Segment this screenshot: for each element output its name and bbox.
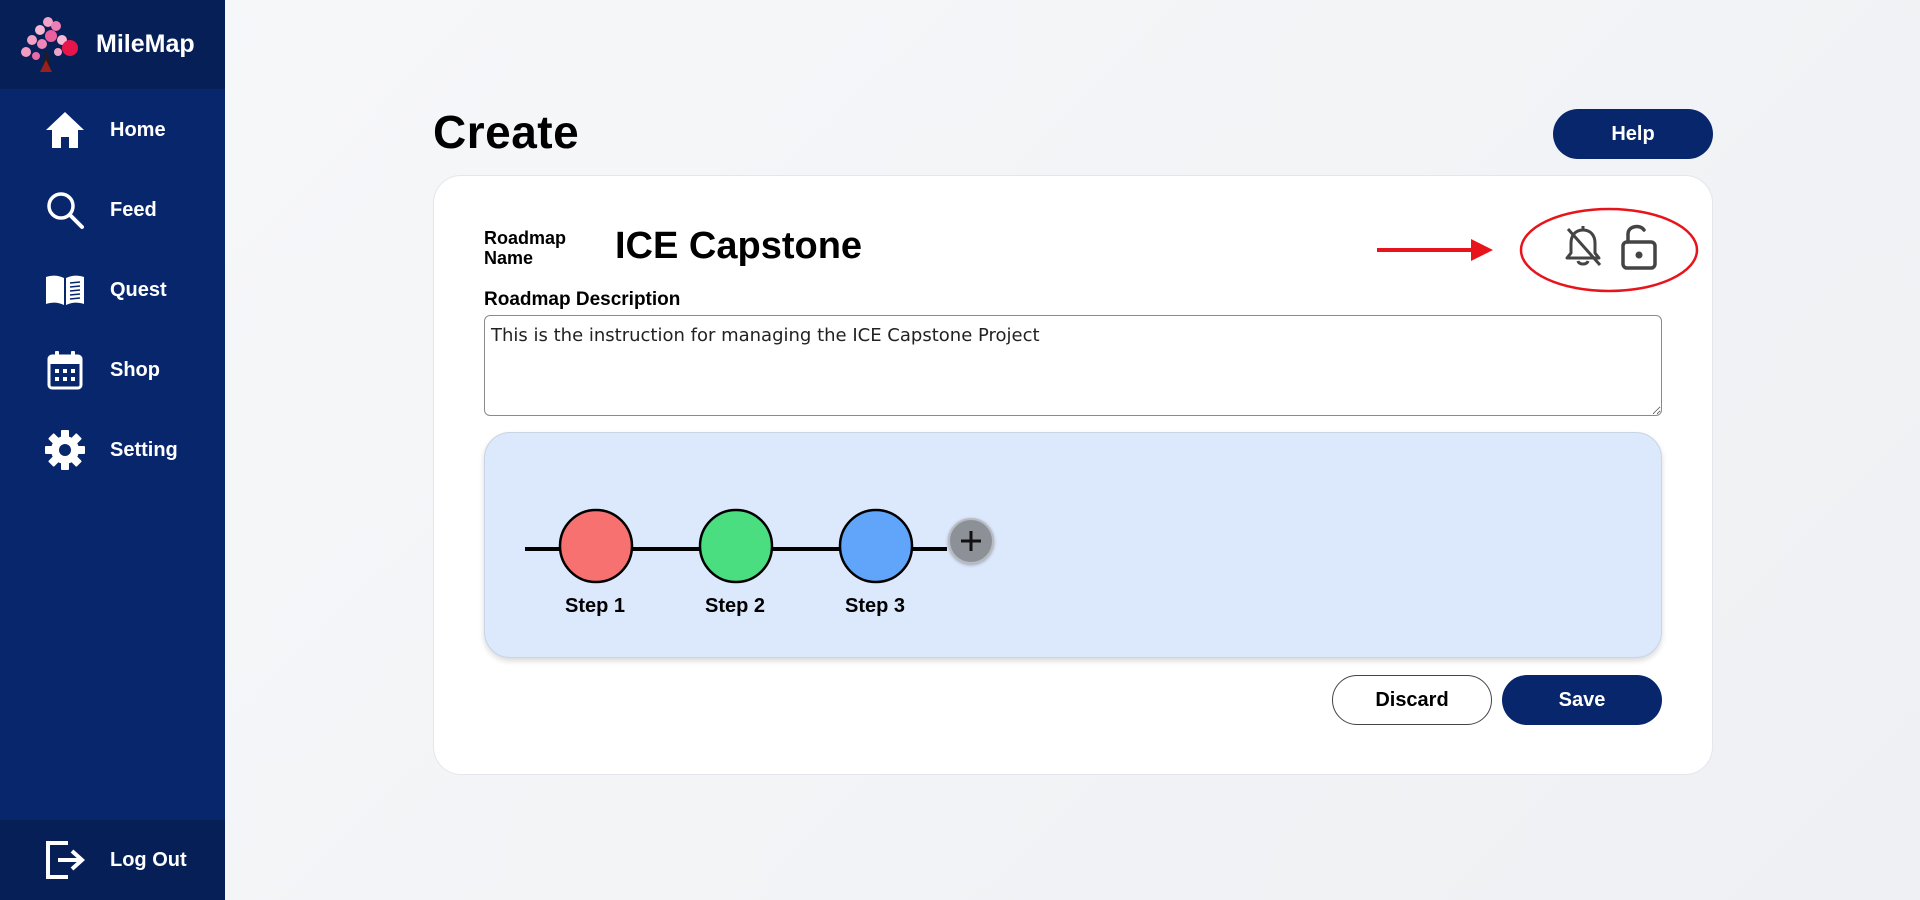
- search-icon: [43, 188, 87, 232]
- logout-button[interactable]: Log Out: [0, 830, 225, 890]
- step-node-2: [698, 508, 774, 584]
- sidebar-item-setting[interactable]: Setting: [0, 420, 225, 480]
- step-label-3[interactable]: Step 3: [815, 595, 935, 618]
- home-icon: [43, 108, 87, 152]
- sidebar-item-label: Setting: [110, 438, 178, 461]
- bell-off-icon: [1565, 226, 1602, 266]
- brand-name: MileMap: [96, 30, 195, 58]
- brand[interactable]: MileMap: [0, 0, 225, 89]
- logout-label: Log Out: [110, 848, 187, 871]
- help-button[interactable]: Help: [1553, 109, 1713, 159]
- discard-button[interactable]: Discard: [1332, 675, 1492, 725]
- sidebar-item-home[interactable]: Home: [0, 100, 225, 160]
- logout-icon: [43, 838, 87, 882]
- sidebar-item-label: Quest: [110, 278, 167, 301]
- plus-icon: [961, 531, 981, 551]
- book-icon: [43, 268, 87, 312]
- step-label-2[interactable]: Step 2: [675, 595, 795, 618]
- sidebar-item-quest[interactable]: Quest: [0, 260, 225, 320]
- roadmap-name-label: Roadmap Name: [484, 228, 567, 268]
- sidebar-item-label: Shop: [110, 358, 160, 381]
- roadmap-description-field[interactable]: [484, 315, 1662, 416]
- save-button[interactable]: Save: [1502, 675, 1662, 725]
- calendar-icon: [43, 348, 87, 392]
- page-title: Create: [433, 106, 580, 158]
- sidebar-item-label: Home: [110, 118, 166, 141]
- roadmap-canvas: [484, 432, 1662, 658]
- gear-icon: [43, 428, 87, 472]
- add-step-button[interactable]: [948, 518, 994, 564]
- sidebar-item-shop[interactable]: Shop: [0, 340, 225, 400]
- step-label-1[interactable]: Step 1: [535, 595, 655, 618]
- sidebar-item-feed[interactable]: Feed: [0, 180, 225, 240]
- privacy-toggle[interactable]: [1618, 222, 1660, 270]
- roadmap-name-field[interactable]: ICE Capstone: [615, 225, 862, 268]
- notification-toggle[interactable]: [1562, 225, 1604, 269]
- roadmap-track: [525, 508, 947, 584]
- annotation-arrow: [1377, 239, 1493, 261]
- roadmap-description-label: Roadmap Description: [484, 289, 681, 310]
- annotation-circle: [1519, 207, 1699, 293]
- step-node-1: [558, 508, 634, 584]
- lock-open-icon: [1621, 224, 1657, 270]
- blossom-tree-logo: [21, 16, 78, 72]
- sidebar: MileMap Home Feed Quest Shop Setting Log…: [0, 0, 225, 900]
- step-node-3: [838, 508, 914, 584]
- sidebar-item-label: Feed: [110, 198, 157, 221]
